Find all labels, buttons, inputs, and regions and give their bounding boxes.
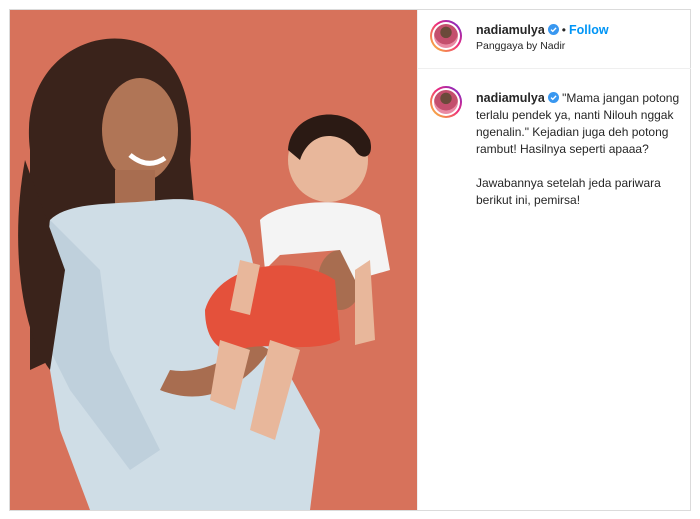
follow-button[interactable]: Follow bbox=[569, 23, 609, 37]
post-caption: nadiamulya "Mama jangan potong terlalu p… bbox=[476, 90, 686, 226]
header-username[interactable]: nadiamulya bbox=[476, 23, 545, 37]
verified-badge-icon bbox=[547, 92, 559, 103]
post-header: nadiamulya • Follow Panggaya by Nadir bbox=[418, 10, 691, 69]
caption-avatar[interactable] bbox=[430, 86, 462, 118]
avatar-image bbox=[434, 90, 458, 114]
caption-username[interactable]: nadiamulya bbox=[476, 91, 545, 105]
caption-text-2: Jawabannya setelah jeda pariwara berikut… bbox=[476, 176, 661, 207]
avatar-image bbox=[434, 24, 458, 48]
separator-dot: • bbox=[561, 23, 566, 37]
verified-badge-icon bbox=[547, 24, 559, 35]
post-photo[interactable] bbox=[10, 10, 417, 510]
header-user-row: nadiamulya • Follow bbox=[476, 21, 609, 39]
mother-and-baby-image bbox=[10, 10, 417, 510]
header-avatar[interactable] bbox=[430, 20, 462, 52]
location-link[interactable]: Panggaya by Nadir bbox=[476, 40, 565, 52]
instagram-post: nadiamulya • Follow Panggaya by Nadir nadi… bbox=[9, 9, 691, 511]
post-sidebar: nadiamulya • Follow Panggaya by Nadir nadi… bbox=[417, 10, 691, 510]
